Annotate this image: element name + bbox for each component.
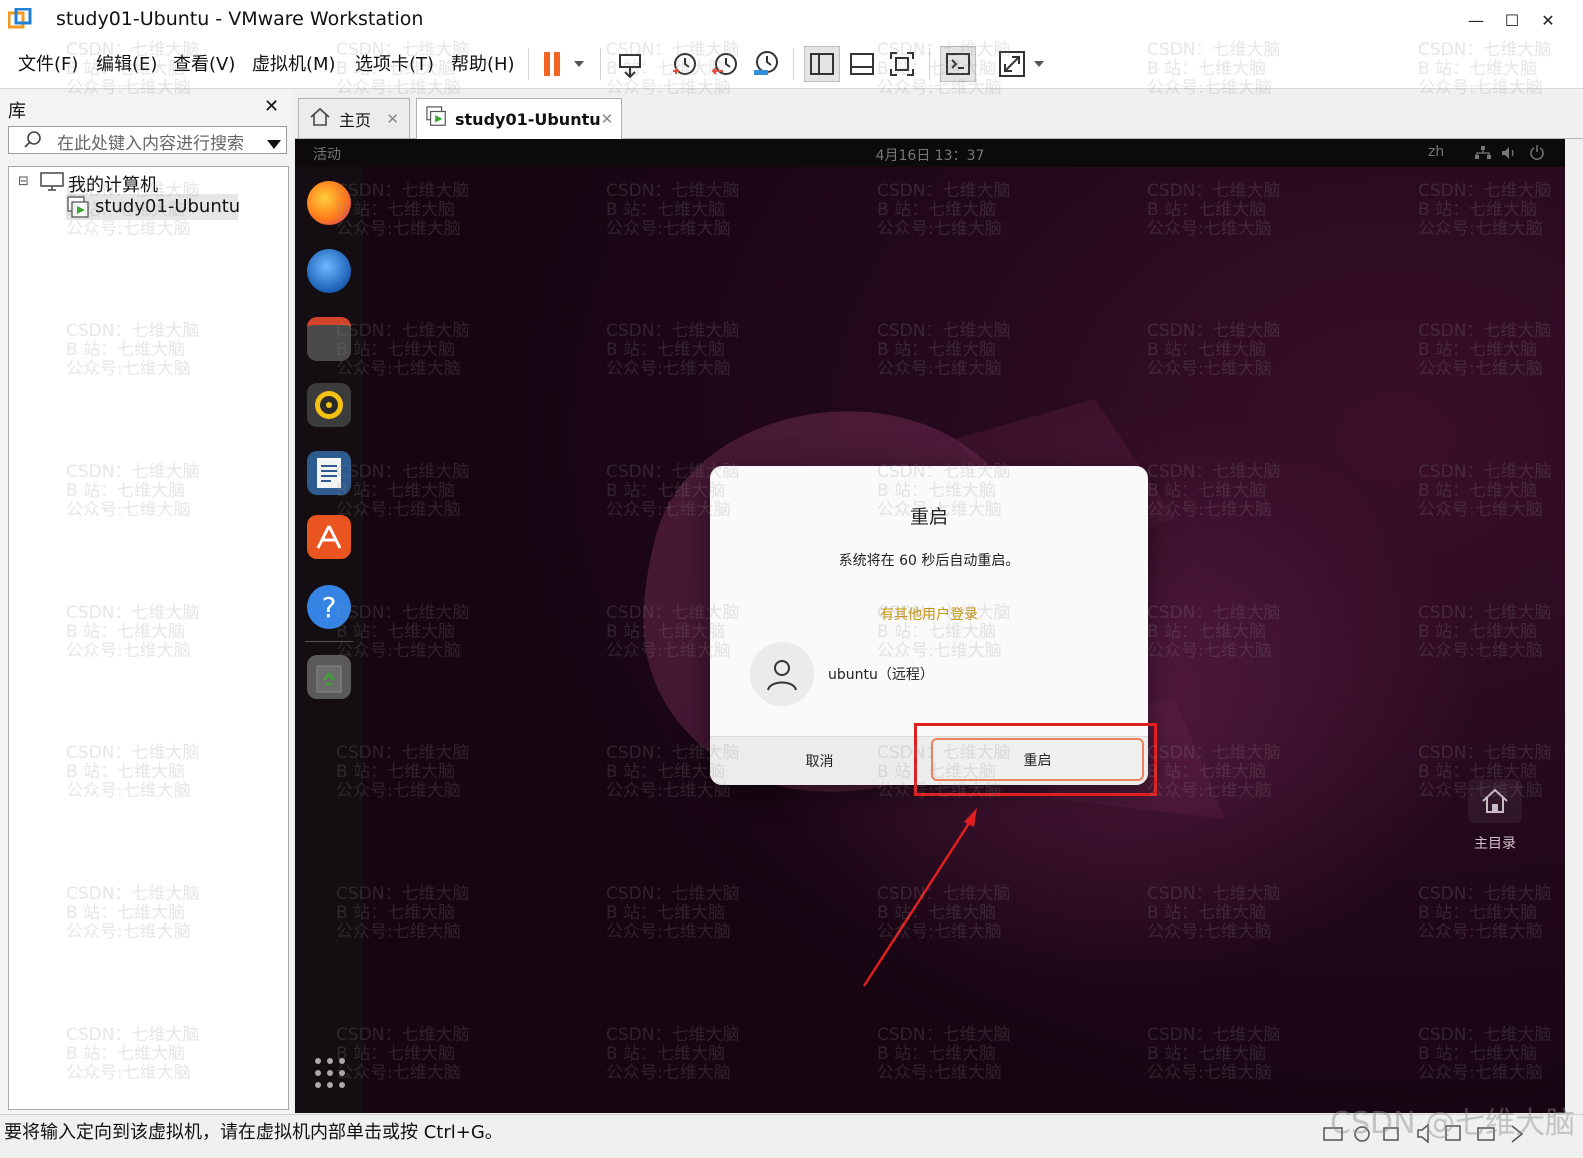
toolbar-separator xyxy=(528,48,529,80)
toolbar-separator xyxy=(929,48,930,80)
fullscreen-icon[interactable] xyxy=(884,46,920,82)
send-ctrl-alt-del-icon[interactable] xyxy=(612,46,648,82)
menu-tabs[interactable]: 选项卡(T) xyxy=(355,50,434,76)
user-avatar-icon xyxy=(750,642,814,706)
library-tree xyxy=(8,166,289,1110)
toolbar-separator xyxy=(793,48,794,80)
thunderbird-icon[interactable] xyxy=(307,249,351,293)
library-title: 库 xyxy=(8,101,26,122)
dock xyxy=(295,167,363,1113)
dock-separator xyxy=(305,641,353,642)
menu-view[interactable]: 查看(V) xyxy=(173,50,235,76)
thumbnail-view-icon[interactable] xyxy=(844,46,880,82)
home-folder-label[interactable]: 主目录 xyxy=(1458,833,1532,853)
dialog-user-label: ubuntu（远程） xyxy=(828,667,934,683)
status-text: 要将输入定向到该虚拟机，请在虚拟机内部单击或按 Ctrl+G。 xyxy=(4,1122,503,1143)
dialog-warning: 有其他用户登录 xyxy=(880,607,978,623)
tab-vm[interactable]: study01-Ubuntu ✕ xyxy=(416,98,622,139)
writer-icon[interactable] xyxy=(307,451,351,495)
tab-home-close-icon[interactable]: ✕ xyxy=(386,110,399,128)
firefox-icon[interactable] xyxy=(307,181,351,225)
window-title: study01-Ubuntu - VMware Workstation xyxy=(56,8,424,30)
dialog-message: 系统将在 60 秒后自动重启。 xyxy=(838,553,1020,569)
menu-edit[interactable]: 编辑(E) xyxy=(96,50,157,76)
tab-home[interactable]: 主页 ✕ xyxy=(298,98,410,138)
tab-home-label: 主页 xyxy=(339,110,372,130)
tree-expander-icon[interactable]: ⊟ xyxy=(18,174,29,189)
annotation-highlight-box xyxy=(914,723,1157,796)
network-icon[interactable] xyxy=(1475,145,1491,164)
search-placeholder: 在此处键入内容进行搜索 xyxy=(57,134,244,154)
chevron-down-icon[interactable] xyxy=(267,135,281,154)
snapshot-manager-icon[interactable] xyxy=(748,46,784,82)
rhythmbox-icon[interactable] xyxy=(307,383,351,427)
tab-vm-close-icon[interactable]: ✕ xyxy=(601,110,614,128)
search-icon xyxy=(23,130,43,154)
app-grid-icon[interactable] xyxy=(313,1056,347,1094)
stretch-icon[interactable] xyxy=(996,46,1052,82)
help-icon[interactable]: ? xyxy=(307,585,351,629)
files-icon[interactable] xyxy=(307,317,351,361)
input-method[interactable]: zh xyxy=(1428,144,1444,160)
tab-vm-label: study01-Ubuntu xyxy=(455,109,601,129)
close-window-button[interactable]: ✕ xyxy=(1525,0,1571,40)
trash-icon[interactable] xyxy=(307,655,351,699)
vmware-logo-icon xyxy=(7,7,32,32)
volume-icon[interactable] xyxy=(1501,145,1517,164)
menu-help[interactable]: 帮助(H) xyxy=(451,50,515,76)
home-icon xyxy=(309,107,331,131)
snapshot-icon[interactable] xyxy=(666,46,702,82)
dialog-title: 重启 xyxy=(909,506,948,528)
toolbar-separator xyxy=(600,48,601,80)
library-close-button[interactable]: ✕ xyxy=(264,96,279,117)
menu-bar xyxy=(0,40,1583,89)
cancel-button[interactable]: 取消 xyxy=(710,736,929,785)
vm-running-icon xyxy=(66,196,92,224)
tree-vm-label[interactable]: study01-Ubuntu xyxy=(95,196,240,217)
library-view-icon[interactable] xyxy=(804,46,840,82)
menu-vm[interactable]: 虚拟机(M) xyxy=(252,50,336,76)
power-icon[interactable] xyxy=(1529,144,1545,164)
console-icon[interactable] xyxy=(940,46,976,82)
footer-watermark: CSDN @七维大脑 xyxy=(1330,1106,1576,1141)
menu-file[interactable]: 文件(F) xyxy=(18,50,78,76)
computer-icon xyxy=(40,172,64,196)
software-icon[interactable] xyxy=(307,515,351,559)
vm-running-icon xyxy=(425,106,449,132)
home-folder-icon[interactable] xyxy=(1468,779,1522,823)
pause-icon[interactable] xyxy=(538,46,590,82)
clock[interactable]: 4月16日 13：37 xyxy=(295,145,1565,165)
library-search-box[interactable]: 在此处键入内容进行搜索 xyxy=(8,126,287,154)
annotation-arrow xyxy=(862,808,977,987)
revert-snapshot-icon[interactable] xyxy=(707,46,743,82)
